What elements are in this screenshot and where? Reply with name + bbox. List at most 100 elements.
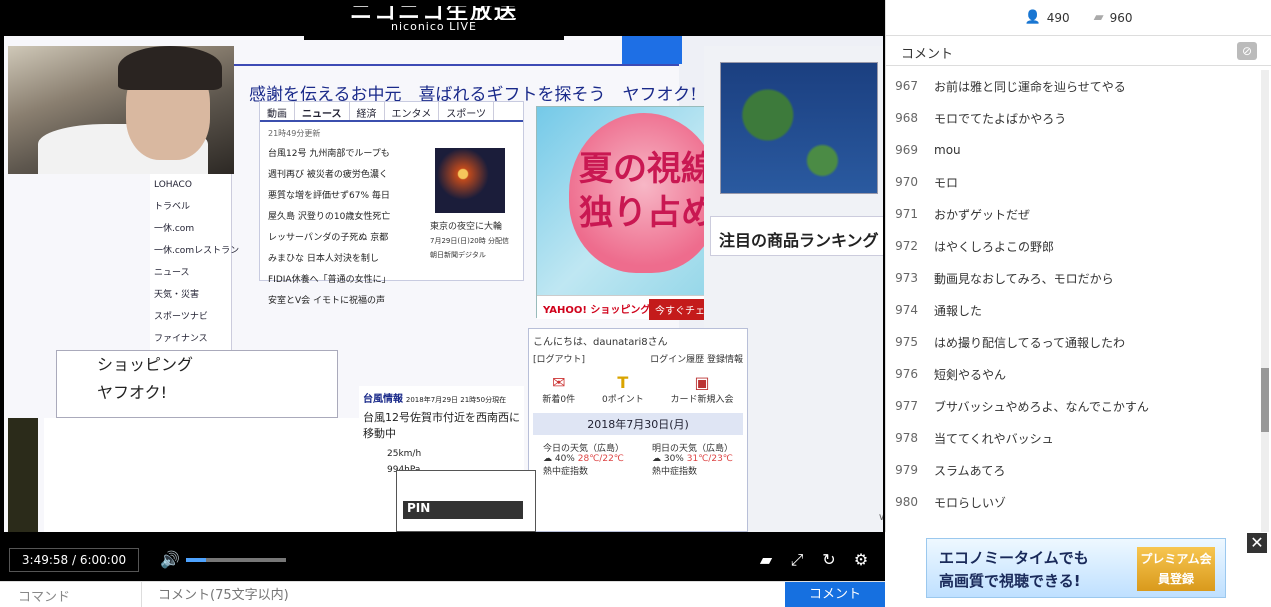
login-icon-label: 新着0件 — [542, 395, 576, 405]
tpoint-icon: T — [617, 373, 629, 392]
close-ad-icon[interactable]: ✕ — [1247, 533, 1267, 553]
person-icon: 👤 — [1024, 10, 1041, 25]
news-tab: スポーツ — [439, 102, 495, 120]
comment-row[interactable]: 978 当ててくれやバッシュ — [886, 422, 1258, 454]
comment-row[interactable]: 980 モロらしいゾ — [886, 486, 1258, 518]
comment-row[interactable]: 971 おかずゲットだぜ — [886, 198, 1258, 230]
premium-ad-banner[interactable]: エコノミータイムでも 高画質で視聴できる! プレミアム会員登録 — [926, 538, 1226, 598]
cloud-icon: ☁ — [542, 454, 552, 464]
comment-row[interactable]: 969 mou — [886, 134, 1258, 166]
login-icon-label: 0ポイント — [601, 395, 644, 405]
ad-line-2: 高画質で視聴できる! — [939, 572, 1081, 590]
typhoon-desc: 台風12号佐賀市付近を西南西に移動中 — [363, 411, 520, 440]
comment-list-header: コメント ⊘ — [886, 36, 1271, 66]
viewer-count-value: 490 — [1046, 10, 1070, 25]
comment-text: はやくしろよこの野郎 — [934, 239, 1055, 254]
volume-slider[interactable] — [186, 558, 286, 562]
player-controls: 3:49:58 / 6:00:00 🔊 ▰ ⤢ ↻ ⚙ — [0, 540, 885, 581]
logo-text-top: ニコニコ生放送 — [349, 6, 518, 20]
caption-line: 朝日新聞デジタル — [430, 251, 486, 259]
news-tab: エンタメ — [385, 102, 440, 120]
comment-text: mou — [934, 143, 961, 157]
comment-text: スラムあてろ — [934, 463, 1006, 478]
stream-news-list: 台風12号 九州南部でループも 週刊再び 被災者の疲労色濃く 悪質な増を評価せず… — [268, 144, 391, 312]
weather-tomorrow-label: 明日の天気（広島） — [651, 444, 733, 454]
comment-number: 975 — [895, 335, 918, 349]
comment-row[interactable]: 974 通報した — [886, 294, 1258, 326]
fullscreen-icon[interactable]: ⤢ — [786, 549, 808, 571]
news-item: 週刊再び 被災者の疲労色濃く — [268, 170, 388, 180]
news-item: 屋久島 沢登りの10歳女性死亡 — [268, 212, 391, 222]
command-input[interactable]: コマンド — [0, 582, 142, 607]
comment-number: 979 — [895, 463, 918, 477]
comment-number: 967 — [895, 79, 918, 93]
comment-number: 972 — [895, 239, 918, 253]
video-frame[interactable]: ニコニコ生放送 niconico LIVE 感謝を伝えるお中元 喜ばれるギフトを… — [4, 6, 883, 532]
news-item: 台風12号 九州南部でループも — [268, 149, 390, 159]
comment-submit-button[interactable]: コメント — [785, 582, 885, 607]
comment-form: コマンド コメント — [0, 581, 885, 607]
temp: 28℃/22℃ — [577, 454, 624, 464]
comment-input[interactable] — [142, 582, 785, 607]
comment-row[interactable]: 976 短剣やるやん — [886, 358, 1258, 390]
ad-area: エコノミータイムでも 高画質で視聴できる! プレミアム会員登録 ✕ — [885, 532, 1271, 607]
comment-row[interactable]: 973 動画見なおしてみろ、モロだから — [886, 262, 1258, 294]
typhoon-time: 2018年7月29日 21時50分現在 — [405, 396, 507, 404]
comment-row[interactable]: 968 モロでてたよばかやろう — [886, 102, 1258, 134]
comment-row[interactable]: 970 モロ — [886, 166, 1258, 198]
comment-text: モロらしいゾ — [934, 495, 1007, 510]
side-menu-item: 一休.com — [154, 224, 195, 234]
settings-icon[interactable]: ⚙ — [850, 549, 872, 571]
ad-line-1: エコノミータイムでも — [939, 549, 1089, 567]
comment-row[interactable]: 975 はめ撮り配信してるって通報したわ — [886, 326, 1258, 358]
login-row: [ログアウト] ログイン履歴 登録情報 — [529, 352, 747, 365]
comment-text: 動画見なおしてみろ、モロだから — [934, 271, 1114, 286]
comment-text: モロ — [934, 175, 959, 190]
comment-scrollbar[interactable] — [1261, 70, 1269, 532]
comment-header-label: コメント — [901, 47, 954, 62]
comment-number: 980 — [895, 495, 918, 509]
comment-row[interactable]: 979 スラムあてろ — [886, 454, 1258, 486]
side-menu-item: スポーツナビ — [154, 312, 208, 322]
login-info-link: 登録情報 — [706, 355, 743, 365]
comment-number: 971 — [895, 207, 918, 221]
comment-number: 970 — [895, 175, 918, 189]
premium-signup-button[interactable]: プレミアム会員登録 — [1137, 547, 1215, 591]
comment-text: モロでてたよばかやろう — [934, 111, 1067, 126]
comment-list[interactable]: 967 お前は雅と同じ運命を辿らせてやる 968 モロでてたよばかやろう 969 mou 9… — [886, 70, 1258, 532]
comment-row[interactable]: 977 ブサバッシュやめろよ、なんでこかすん — [886, 390, 1258, 422]
stream-blank-block — [44, 418, 364, 532]
webcam-hair — [118, 46, 222, 90]
cloud-icon: ☁ — [651, 454, 661, 464]
caption-line: 7月29日(日)20時 分配信 — [430, 237, 509, 245]
login-icon-label: カード新規入会 — [670, 395, 734, 405]
comment-text: おかずゲットだぜ — [934, 207, 1031, 222]
heat-label: 熱中症指数 — [651, 467, 697, 477]
weather-today-label: 今日の天気（広島） — [542, 444, 624, 454]
side-menu-item: LOHACO — [154, 180, 192, 190]
stream-left-strip — [8, 418, 38, 532]
comment-number: 978 — [895, 431, 918, 445]
news-item: FIDIA休養へ「普通の女性に」 — [268, 275, 391, 285]
comment-number: 977 — [895, 399, 918, 413]
video-player[interactable]: ニコニコ生放送 niconico LIVE 感謝を伝えるお中元 喜ばれるギフトを… — [0, 0, 885, 581]
news-item: 悪質な増を評価せず67% 毎日 — [268, 191, 390, 201]
stream-side-menu: LOHACO トラベル 一休.com 一休.comレストラン ニュース 天気・災… — [150, 174, 239, 350]
comment-text: 当ててくれやバッシュ — [934, 431, 1054, 446]
reload-icon[interactable]: ↻ — [818, 549, 840, 571]
comment-count-value: 960 — [1109, 10, 1133, 25]
logo-text-bottom: niconico LIVE — [391, 20, 477, 33]
comment-row[interactable]: 967 お前は雅と同じ運命を辿らせてやる — [886, 70, 1258, 102]
comment-scrollbar-thumb[interactable] — [1261, 368, 1269, 432]
ng-filter-icon[interactable]: ⊘ — [1237, 42, 1257, 60]
comment-text: 短剣やるやん — [934, 367, 1007, 382]
news-tab: 経済 — [350, 102, 385, 120]
stream-divider — [234, 64, 679, 66]
niconico-live-logo: ニコニコ生放送 niconico LIVE — [304, 6, 564, 40]
comment-row[interactable]: 972 はやくしろよこの野郎 — [886, 230, 1258, 262]
stream-news-box: 動画 ニュース 経済 エンタメ スポーツ 21時49分更新 台風12号 九州南部… — [259, 101, 524, 306]
mail-icon: ✉ — [552, 373, 566, 392]
volume-icon[interactable]: 🔊 — [160, 550, 180, 570]
comment-toggle-icon[interactable]: ▰ — [755, 549, 777, 571]
caption-line: 東京の夜空に大輪 — [430, 222, 503, 232]
